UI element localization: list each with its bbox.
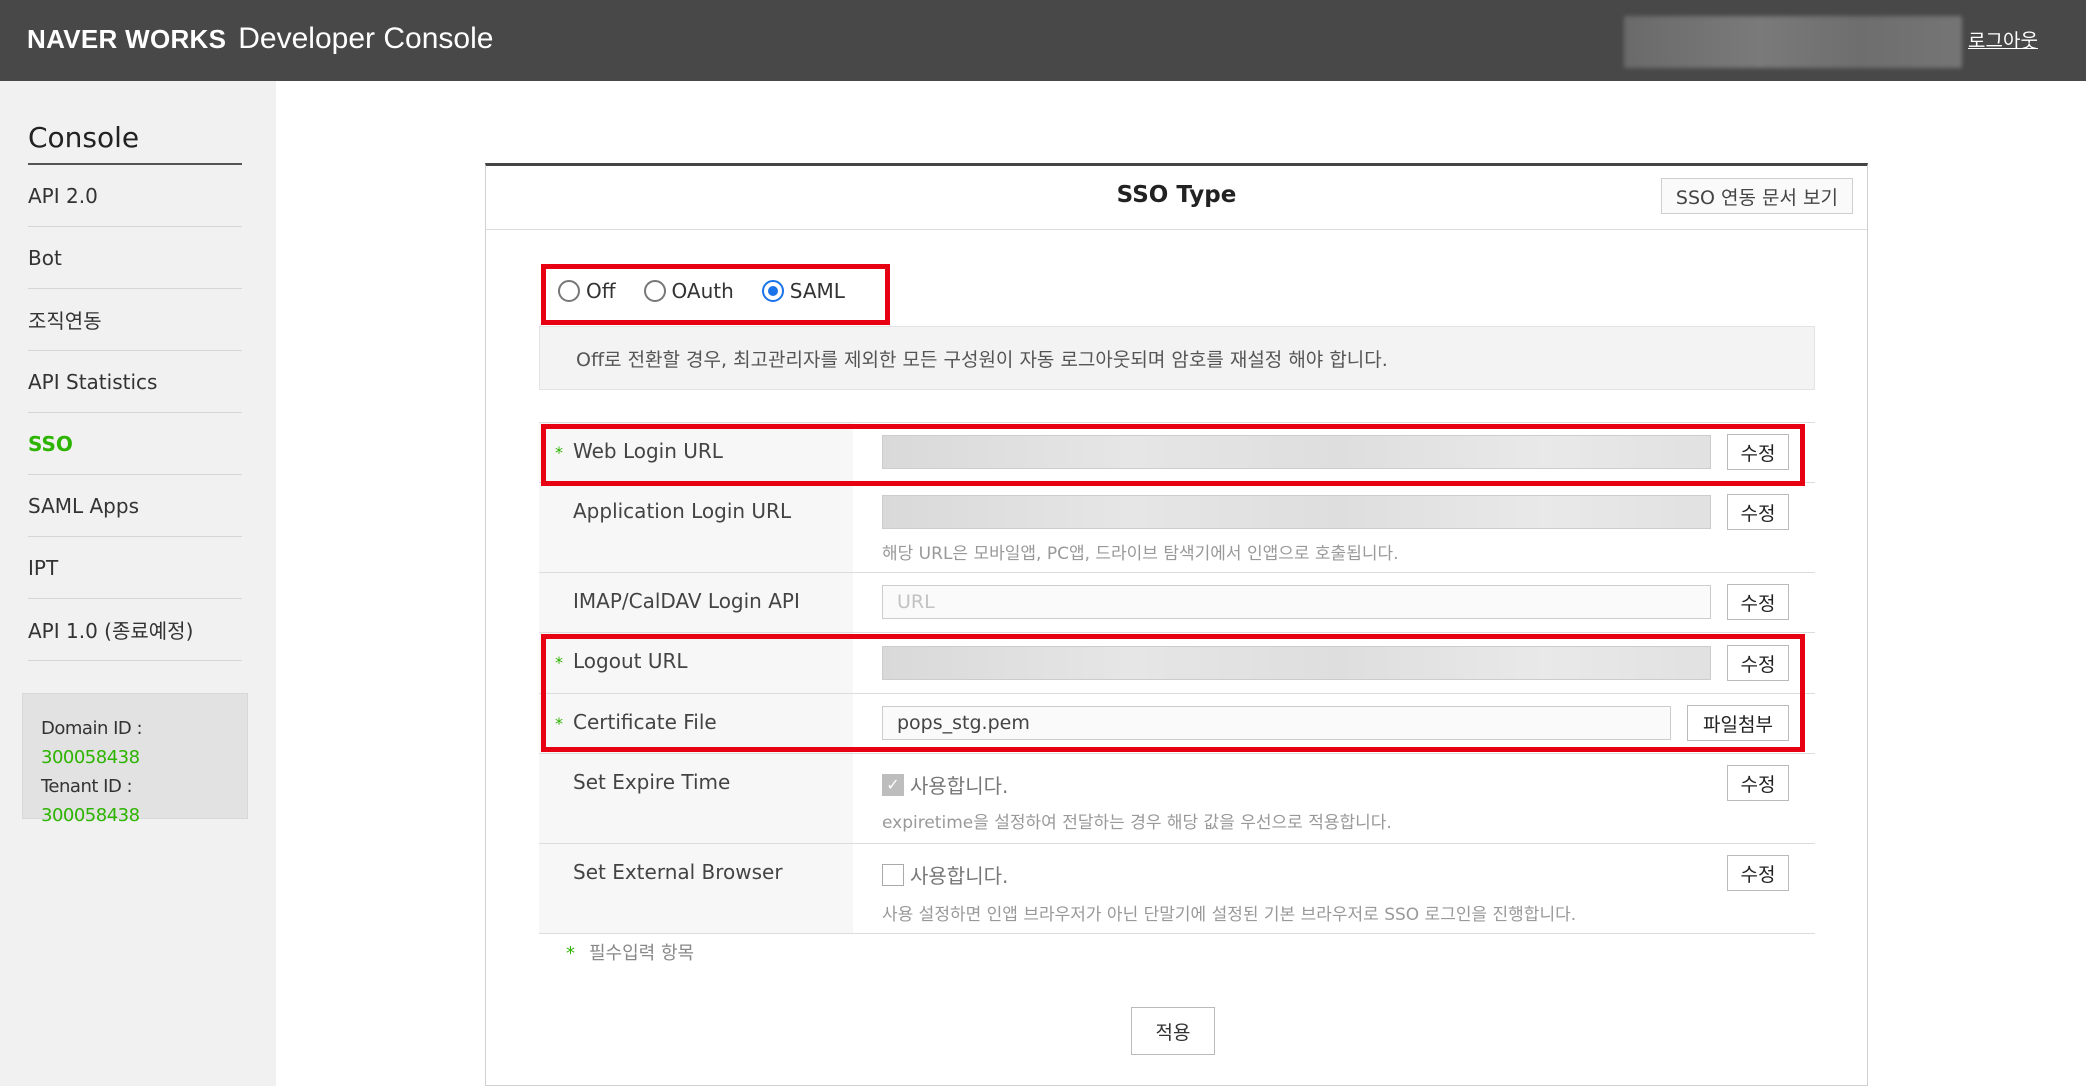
sso-settings-panel: SSO Type SSO 연동 문서 보기 Off OAuth SAML Off… (485, 163, 1868, 1086)
top-bar: NAVER WORKS Developer Console 로그아웃 (0, 0, 2086, 81)
radio-oauth-circle[interactable] (643, 280, 666, 302)
row-application-login-url: Application Login URL 수정 해당 URL은 모바일앱, P… (539, 483, 1815, 573)
sidebar-item-bot[interactable]: Bot (28, 227, 242, 289)
user-info-redacted (1624, 16, 1962, 68)
label-set-expire-time: Set Expire Time (573, 770, 731, 794)
panel-title: SSO Type (1116, 182, 1237, 208)
label-certificate-file: Certificate File (573, 710, 717, 734)
product-name: Developer Console (238, 22, 494, 55)
sidebar-item-org-sync[interactable]: 조직연동 (28, 289, 242, 351)
sidebar-nav: API 2.0 Bot 조직연동 API Statistics SSO SAML… (28, 165, 242, 661)
row-logout-url: * Logout URL 수정 (539, 633, 1815, 694)
row-web-login-url: * Web Login URL 수정 (539, 423, 1815, 483)
expire-time-checkbox-wrap[interactable]: ✓ 사용합니다. (882, 770, 1008, 799)
imap-caldav-url-field[interactable]: URL (882, 585, 1711, 619)
domain-id-value: 300058438 (41, 747, 140, 768)
radio-oauth[interactable]: OAuth (643, 279, 734, 303)
tenant-id-line: Tenant ID : 300058438 (41, 772, 229, 830)
label-imap-caldav: IMAP/CalDAV Login API (573, 589, 800, 613)
external-browser-hint: 사용 설정하면 인앱 브라우저가 아닌 단말기에 설정된 기본 브라우저로 SS… (882, 905, 1577, 925)
expire-time-edit-button[interactable]: 수정 (1727, 765, 1789, 801)
radio-saml-label: SAML (789, 279, 845, 303)
application-login-url-field[interactable] (882, 495, 1711, 529)
label-logout-url: Logout URL (573, 649, 688, 673)
external-browser-checkbox-wrap[interactable]: 사용합니다. (882, 860, 1008, 889)
tenant-id-value: 300058438 (41, 805, 140, 826)
main-content: SSO Type SSO 연동 문서 보기 Off OAuth SAML Off… (276, 81, 2086, 1086)
application-login-url-edit-button[interactable]: 수정 (1727, 494, 1789, 530)
tenant-id-label: Tenant ID : (41, 776, 133, 797)
logout-url-edit-button[interactable]: 수정 (1727, 645, 1789, 681)
panel-header: SSO Type SSO 연동 문서 보기 (486, 166, 1867, 230)
external-browser-checkbox[interactable] (882, 863, 904, 886)
required-fields-text: 필수입력 항목 (589, 943, 695, 964)
sidebar-item-ipt[interactable]: IPT (28, 537, 242, 599)
certificate-file-field[interactable]: pops_stg.pem (882, 706, 1671, 740)
sso-form: * Web Login URL 수정 Application Login URL… (539, 422, 1815, 934)
domain-info-box: Domain ID : 300058438 Tenant ID : 300058… (22, 693, 248, 826)
sidebar-item-sso[interactable]: SSO (28, 413, 242, 475)
brand-logo: NAVER WORKS Developer Console (27, 22, 493, 58)
web-login-url-field[interactable] (882, 435, 1711, 469)
required-fields-note: * 필수입력 항목 (566, 939, 694, 965)
radio-oauth-label: OAuth (671, 279, 734, 303)
radio-off-circle[interactable] (558, 280, 580, 302)
required-mark: * (555, 653, 563, 672)
logout-link[interactable]: 로그아웃 (1968, 26, 2038, 53)
logout-url-field[interactable] (882, 646, 1711, 680)
label-set-external-browser: Set External Browser (573, 860, 783, 884)
sidebar-title: Console (28, 119, 242, 165)
apply-button[interactable]: 적용 (1131, 1007, 1215, 1055)
expire-time-hint: expiretime을 설정하여 전달하는 경우 해당 값을 우선으로 적용합니… (882, 813, 1392, 833)
expire-time-checkbox[interactable]: ✓ (882, 773, 904, 796)
radio-off[interactable]: Off (558, 279, 616, 303)
sidebar-item-saml-apps[interactable]: SAML Apps (28, 475, 242, 537)
web-login-url-edit-button[interactable]: 수정 (1727, 434, 1789, 470)
row-set-expire-time: Set Expire Time ✓ 사용합니다. 수정 expiretime을 … (539, 754, 1815, 844)
application-login-url-hint: 해당 URL은 모바일앱, PC앱, 드라이브 탐색기에서 인앱으로 호출됩니다… (882, 544, 1399, 564)
sidebar-item-api-2[interactable]: API 2.0 (28, 165, 242, 227)
required-mark: * (566, 943, 575, 964)
sidebar-item-api-1[interactable]: API 1.0 (종료예정) (28, 599, 242, 661)
radio-saml[interactable]: SAML (761, 279, 845, 303)
row-imap-caldav: IMAP/CalDAV Login API URL 수정 (539, 573, 1815, 633)
imap-caldav-edit-button[interactable]: 수정 (1727, 584, 1789, 620)
sso-type-radio-group: Off OAuth SAML (558, 279, 873, 303)
sidebar-item-api-statistics[interactable]: API Statistics (28, 351, 242, 413)
sidebar: Console API 2.0 Bot 조직연동 API Statistics … (0, 81, 276, 1086)
radio-off-label: Off (586, 279, 616, 303)
external-browser-edit-button[interactable]: 수정 (1727, 855, 1789, 891)
sso-doc-button[interactable]: SSO 연동 문서 보기 (1660, 178, 1853, 214)
label-application-login-url: Application Login URL (573, 499, 792, 523)
required-mark: * (555, 714, 563, 733)
external-browser-checkbox-label: 사용합니다. (910, 864, 1009, 888)
label-web-login-url: Web Login URL (573, 439, 723, 463)
off-warning-notice: Off로 전환할 경우, 최고관리자를 제외한 모든 구성원이 자동 로그아웃되… (539, 326, 1815, 390)
row-certificate-file: * Certificate File pops_stg.pem 파일첨부 (539, 694, 1815, 754)
domain-id-label: Domain ID : (41, 718, 143, 739)
radio-saml-circle[interactable] (761, 280, 784, 302)
brand-name: NAVER WORKS (27, 24, 227, 54)
required-mark: * (555, 443, 563, 462)
row-set-external-browser: Set External Browser 사용합니다. 수정 사용 설정하면 인… (539, 844, 1815, 934)
attach-file-button[interactable]: 파일첨부 (1687, 705, 1789, 741)
expire-time-checkbox-label: 사용합니다. (910, 774, 1009, 798)
